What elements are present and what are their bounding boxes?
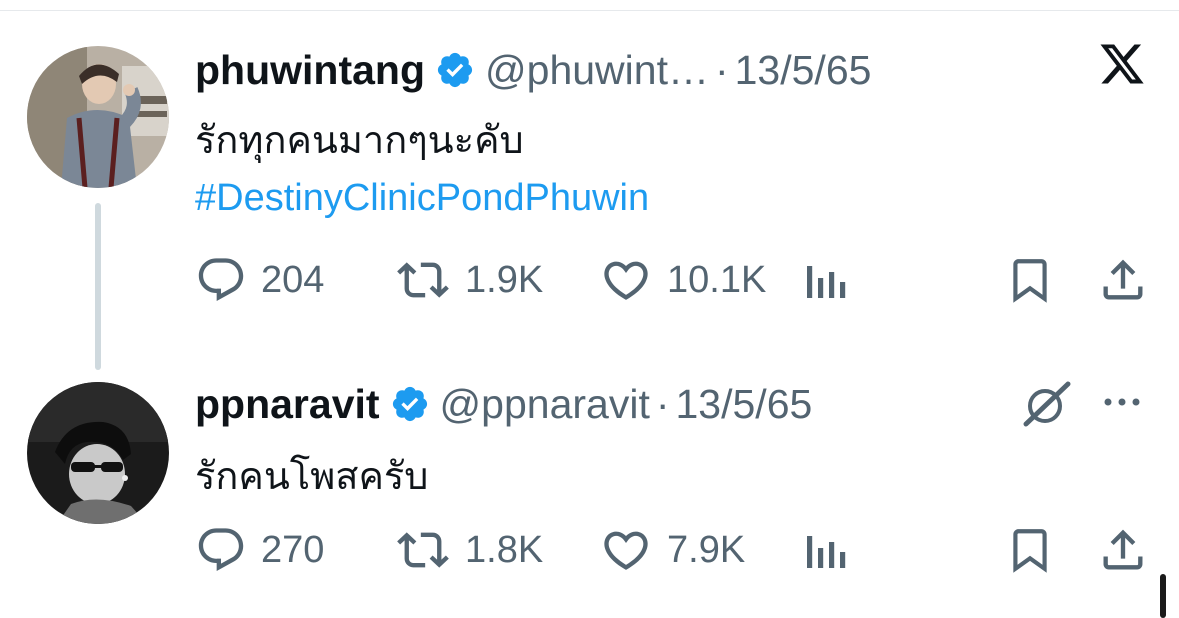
views-icon [803, 528, 847, 572]
reply-button[interactable]: 270 [195, 522, 324, 578]
tweet-actions: 270 1.8K 7.9K [195, 522, 1155, 578]
tweet-header: phuwintang @phuwint… · 13/5/65 [195, 46, 871, 94]
tweet-date[interactable]: 13/5/65 [676, 380, 813, 428]
scrollbar[interactable] [1160, 574, 1166, 618]
separator-dot: · [655, 381, 670, 427]
x-logo-icon[interactable] [1097, 40, 1147, 93]
share-icon [1097, 254, 1149, 306]
hashtag-link[interactable]: #DestinyClinicPondPhuwin [195, 172, 649, 224]
grok-icon[interactable] [1020, 378, 1074, 437]
like-count: 10.1K [667, 258, 767, 301]
avatar-phuwintang[interactable] [27, 46, 169, 188]
share-button[interactable] [1097, 252, 1149, 308]
like-icon [599, 254, 653, 306]
views-button[interactable] [803, 522, 847, 578]
tweet-date[interactable]: 13/5/65 [735, 46, 872, 94]
verified-badge-icon [435, 50, 475, 90]
tweet-header: ppnaravit @ppnaravit · 13/5/65 [195, 380, 812, 428]
repost-button[interactable]: 1.9K [395, 252, 543, 308]
handle[interactable]: @phuwint… [485, 46, 709, 94]
display-name[interactable]: phuwintang [195, 46, 425, 94]
verified-badge-icon [390, 384, 430, 424]
separator-dot: · [714, 47, 729, 93]
share-button[interactable] [1097, 522, 1149, 578]
thread-connector-line [95, 203, 101, 370]
bookmark-icon [1005, 524, 1055, 576]
like-button[interactable]: 10.1K [599, 252, 766, 308]
bookmark-button[interactable] [1005, 252, 1055, 308]
reply-icon [195, 524, 247, 576]
like-button[interactable]: 7.9K [599, 522, 745, 578]
avatar-ppnaravit[interactable] [27, 382, 169, 524]
more-icon[interactable] [1100, 390, 1148, 419]
tweet-actions: 204 1.9K 10.1K [195, 252, 1155, 308]
views-icon [803, 258, 847, 302]
repost-button[interactable]: 1.8K [395, 522, 543, 578]
tweet-thread: phuwintang @phuwint… · 13/5/65 รักทุกคนม… [0, 0, 1179, 618]
reply-count: 270 [261, 528, 325, 571]
reply-icon [195, 254, 247, 306]
reply-count: 204 [261, 258, 325, 301]
tweet-text: รักคนโพสครับ [195, 454, 429, 498]
views-button[interactable] [803, 252, 847, 308]
display-name[interactable]: ppnaravit [195, 380, 380, 428]
bookmark-button[interactable] [1005, 522, 1055, 578]
reply-button[interactable]: 204 [195, 252, 324, 308]
repost-icon [395, 524, 451, 576]
bookmark-icon [1005, 254, 1055, 306]
share-icon [1097, 524, 1149, 576]
handle[interactable]: @ppnaravit [440, 380, 650, 428]
repost-count: 1.9K [465, 258, 544, 301]
tweet-text: รักทุกคนมากๆนะคับ [195, 118, 524, 162]
repost-count: 1.8K [465, 528, 544, 571]
like-count: 7.9K [667, 528, 746, 571]
repost-icon [395, 254, 451, 306]
like-icon [599, 524, 653, 576]
divider [0, 10, 1179, 11]
